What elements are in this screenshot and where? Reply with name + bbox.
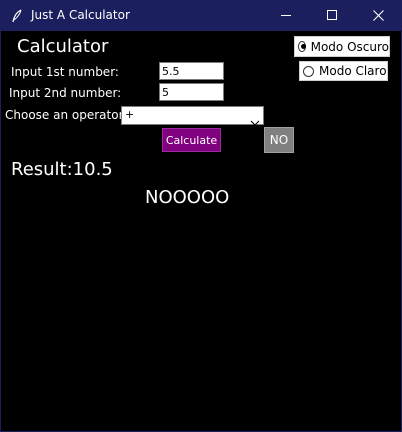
first-number-label: Input 1st number: [11,65,119,79]
operator-label: Choose an operator [5,108,124,122]
message-text: NOOOOO [145,187,230,208]
no-button[interactable]: NO [264,127,294,153]
radio-dot [301,44,306,49]
first-number-input[interactable] [159,62,224,80]
calculator-heading: Calculator [17,36,109,57]
feather-icon [11,8,23,23]
app-window: Just A Calculator Calculator Input 1st n… [0,0,402,432]
window-title: Just A Calculator [31,8,130,22]
chevron-down-icon [250,112,260,126]
operator-value: + [125,108,135,121]
minimize-button[interactable] [263,0,309,31]
second-number-input[interactable] [159,83,224,101]
radio-selected-icon [298,41,306,52]
minimize-icon [280,6,292,25]
maximize-icon [326,6,338,25]
dark-mode-radio[interactable]: Modo Oscuro [294,36,390,57]
calculate-button[interactable]: Calculate [162,128,221,152]
light-mode-radio[interactable]: Modo Claro [299,61,388,81]
title-bar[interactable]: Just A Calculator [1,0,401,31]
result-text: Result:10.5 [11,159,113,180]
radio-unselected-icon [303,65,314,77]
dark-mode-label: Modo Oscuro [310,39,389,54]
close-icon [372,6,384,25]
maximize-button[interactable] [309,0,355,31]
second-number-label: Input 2nd number: [9,86,122,100]
close-button[interactable] [355,0,401,31]
light-mode-label: Modo Claro [319,64,387,78]
operator-select[interactable]: + [121,106,264,126]
